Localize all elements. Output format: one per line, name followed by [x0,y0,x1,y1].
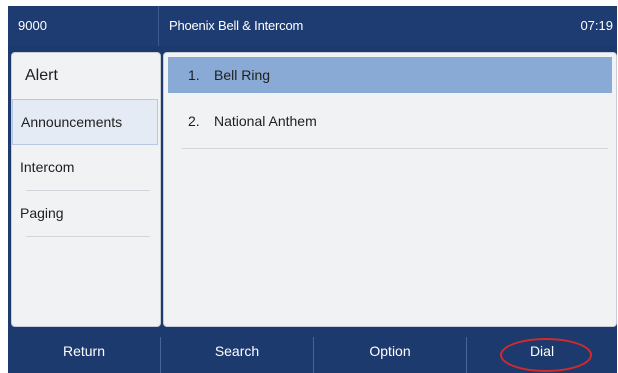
screen-title: Phoenix Bell & Intercom [169,18,304,33]
sidebar-item-announcements[interactable]: Announcements [12,99,158,145]
list-item-number: 2. [188,113,200,129]
list-item-national-anthem[interactable]: 2. National Anthem [168,103,612,149]
category-sidebar: Alert Announcements Intercom Paging [11,52,161,327]
list-item-bell-ring[interactable]: 1. Bell Ring [168,57,612,93]
sidebar-item-alert[interactable]: Alert [12,53,160,99]
dial-highlight-ring [500,338,592,372]
divider [26,236,150,237]
list-item-number: 1. [188,67,200,83]
sidebar-item-label: Announcements [21,114,123,130]
return-button[interactable]: Return [8,329,160,373]
option-button[interactable]: Option [314,329,466,373]
softkey-bar: Return Search Option Dial [8,329,617,373]
list-item-label: Bell Ring [214,67,271,83]
phone-screen: 9000 Phoenix Bell & Intercom 07:19 Alert… [8,6,617,373]
sidebar-item-intercom[interactable]: Intercom [12,145,160,191]
list-item-label: National Anthem [214,113,317,129]
clock: 07:19 [580,18,613,33]
sidebar-item-label: Intercom [20,159,75,175]
softkey-label: Option [369,343,411,359]
extension-number: 9000 [18,18,47,33]
status-divider [158,6,159,46]
divider [182,148,608,149]
search-button[interactable]: Search [161,329,313,373]
sidebar-item-label: Alert [25,67,58,84]
softkey-label: Return [62,343,106,359]
sidebar-item-paging[interactable]: Paging [12,191,160,237]
sidebar-item-label: Paging [20,205,64,221]
softkey-label: Search [214,343,260,359]
status-bar: 9000 Phoenix Bell & Intercom 07:19 [8,6,617,46]
announcement-list: 1. Bell Ring 2. National Anthem [163,52,617,327]
